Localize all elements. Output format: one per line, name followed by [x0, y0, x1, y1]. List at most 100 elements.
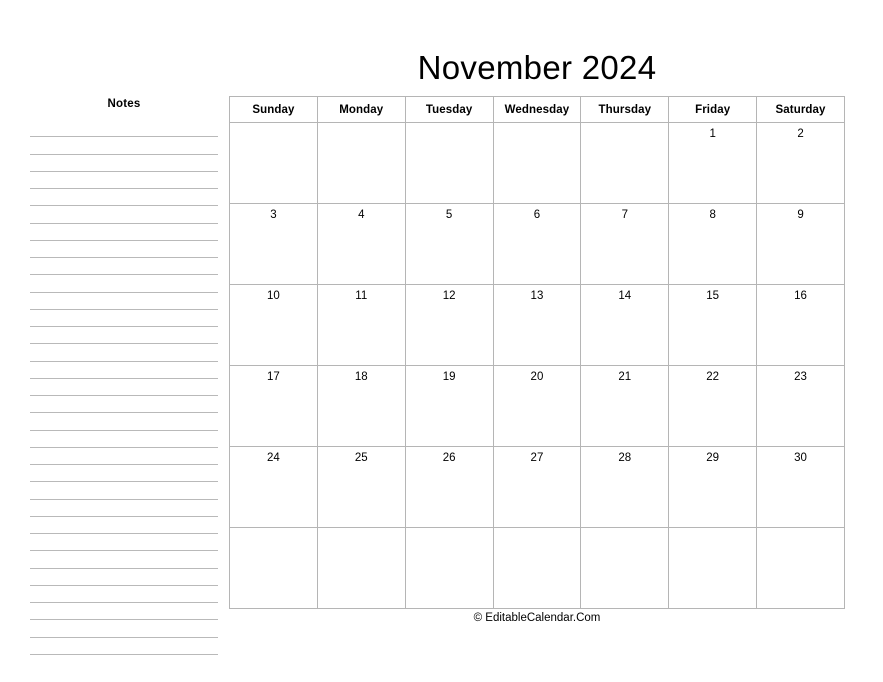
notes-line[interactable] [30, 482, 218, 500]
calendar-day-cell[interactable]: 22 [668, 365, 758, 447]
day-number: 24 [267, 452, 280, 464]
calendar-empty-cell[interactable] [316, 527, 406, 609]
notes-line[interactable] [30, 206, 218, 224]
notes-line[interactable] [30, 362, 218, 379]
calendar-day-cell[interactable]: 2 [756, 122, 845, 204]
calendar-week-row: 24 25 26 27 28 29 30 [229, 446, 845, 528]
notes-line[interactable] [30, 586, 218, 603]
calendar-day-cell[interactable]: 8 [668, 203, 758, 285]
calendar-day-cell[interactable]: 9 [756, 203, 845, 285]
calendar-day-cell[interactable]: 16 [756, 284, 845, 366]
notes-line[interactable] [30, 569, 218, 586]
calendar-day-cell[interactable]: 14 [580, 284, 670, 366]
calendar-day-cell[interactable]: 11 [316, 284, 406, 366]
calendar-empty-cell[interactable] [404, 122, 494, 204]
weekday-header-sunday: Sunday [229, 96, 318, 123]
notes-line[interactable] [30, 396, 218, 414]
calendar-day-cell[interactable]: 19 [404, 365, 494, 447]
day-number: 4 [358, 209, 365, 221]
notes-line[interactable] [30, 620, 218, 638]
notes-line[interactable] [30, 137, 218, 155]
notes-line[interactable] [30, 155, 218, 172]
notes-line[interactable] [30, 172, 218, 189]
calendar-day-cell[interactable]: 20 [492, 365, 582, 447]
calendar-day-cell[interactable]: 29 [668, 446, 758, 528]
calendar-day-cell[interactable]: 28 [580, 446, 670, 528]
day-number: 3 [270, 209, 277, 221]
day-number: 8 [709, 209, 716, 221]
calendar-day-cell[interactable]: 27 [492, 446, 582, 528]
notes-line[interactable] [30, 534, 218, 552]
day-number: 23 [794, 371, 807, 383]
notes-line[interactable] [30, 551, 218, 569]
calendar-day-cell[interactable]: 24 [229, 446, 318, 528]
calendar-day-cell[interactable]: 13 [492, 284, 582, 366]
calendar-empty-cell[interactable] [668, 527, 758, 609]
notes-line[interactable] [30, 310, 218, 327]
weekday-header-wednesday: Wednesday [492, 96, 582, 123]
weekday-header-saturday: Saturday [756, 96, 845, 123]
day-number: 5 [445, 209, 453, 221]
calendar-day-cell[interactable]: 4 [316, 203, 406, 285]
day-number: 6 [533, 209, 541, 221]
calendar-week-row: 10 11 12 13 14 15 16 [229, 284, 845, 366]
day-number: 11 [355, 290, 368, 302]
calendar-day-cell[interactable]: 23 [756, 365, 845, 447]
calendar-day-cell[interactable]: 25 [316, 446, 406, 528]
calendar-day-cell[interactable]: 6 [492, 203, 582, 285]
calendar-empty-cell[interactable] [229, 122, 318, 204]
notes-panel: Notes [30, 98, 218, 655]
calendar-day-cell[interactable]: 12 [404, 284, 494, 366]
notes-lines-container[interactable] [30, 120, 218, 655]
calendar-empty-cell[interactable] [492, 122, 582, 204]
notes-line[interactable] [30, 224, 218, 241]
notes-line[interactable] [30, 638, 218, 655]
notes-line[interactable] [30, 465, 218, 483]
calendar-day-cell[interactable]: 7 [580, 203, 670, 285]
notes-line[interactable] [30, 241, 218, 258]
notes-line[interactable] [30, 275, 218, 293]
calendar-empty-cell[interactable] [229, 527, 318, 609]
calendar-empty-cell[interactable] [404, 527, 494, 609]
notes-line[interactable] [30, 603, 218, 621]
notes-line[interactable] [30, 379, 218, 396]
day-number: 13 [530, 290, 544, 302]
day-number: 19 [442, 371, 456, 383]
day-number: 29 [706, 452, 720, 464]
calendar-day-cell[interactable]: 21 [580, 365, 670, 447]
calendar-day-cell[interactable]: 1 [668, 122, 758, 204]
notes-line[interactable] [30, 448, 218, 465]
day-number: 25 [354, 452, 368, 464]
calendar-day-cell[interactable]: 10 [229, 284, 318, 366]
notes-line[interactable] [30, 500, 218, 517]
calendar-day-cell[interactable]: 3 [229, 203, 318, 285]
calendar-day-cell[interactable]: 15 [668, 284, 758, 366]
day-number: 14 [618, 290, 632, 302]
day-number: 30 [794, 452, 807, 464]
calendar-day-cell[interactable]: 17 [229, 365, 318, 447]
calendar-empty-cell[interactable] [580, 122, 670, 204]
day-number: 21 [618, 371, 632, 383]
calendar-empty-cell[interactable] [580, 527, 670, 609]
notes-line[interactable] [30, 120, 218, 138]
calendar-title: November 2024 [417, 49, 657, 86]
calendar-day-cell[interactable]: 26 [404, 446, 494, 528]
notes-line[interactable] [30, 189, 218, 207]
calendar-empty-cell[interactable] [756, 527, 845, 609]
calendar-empty-cell[interactable] [492, 527, 582, 609]
notes-line[interactable] [30, 413, 218, 431]
footer-credit: © EditableCalendar.Com [473, 612, 601, 624]
notes-line[interactable] [30, 344, 218, 362]
calendar-day-cell[interactable]: 18 [316, 365, 406, 447]
calendar-empty-cell[interactable] [316, 122, 406, 204]
notes-line[interactable] [30, 327, 218, 345]
notes-line[interactable] [30, 517, 218, 534]
day-number: 28 [618, 452, 632, 464]
day-number: 10 [267, 290, 280, 302]
notes-line[interactable] [30, 293, 218, 310]
calendar-day-cell[interactable]: 30 [756, 446, 845, 528]
day-number: 9 [797, 209, 804, 221]
notes-line[interactable] [30, 431, 218, 448]
notes-line[interactable] [30, 258, 218, 276]
calendar-day-cell[interactable]: 5 [404, 203, 494, 285]
